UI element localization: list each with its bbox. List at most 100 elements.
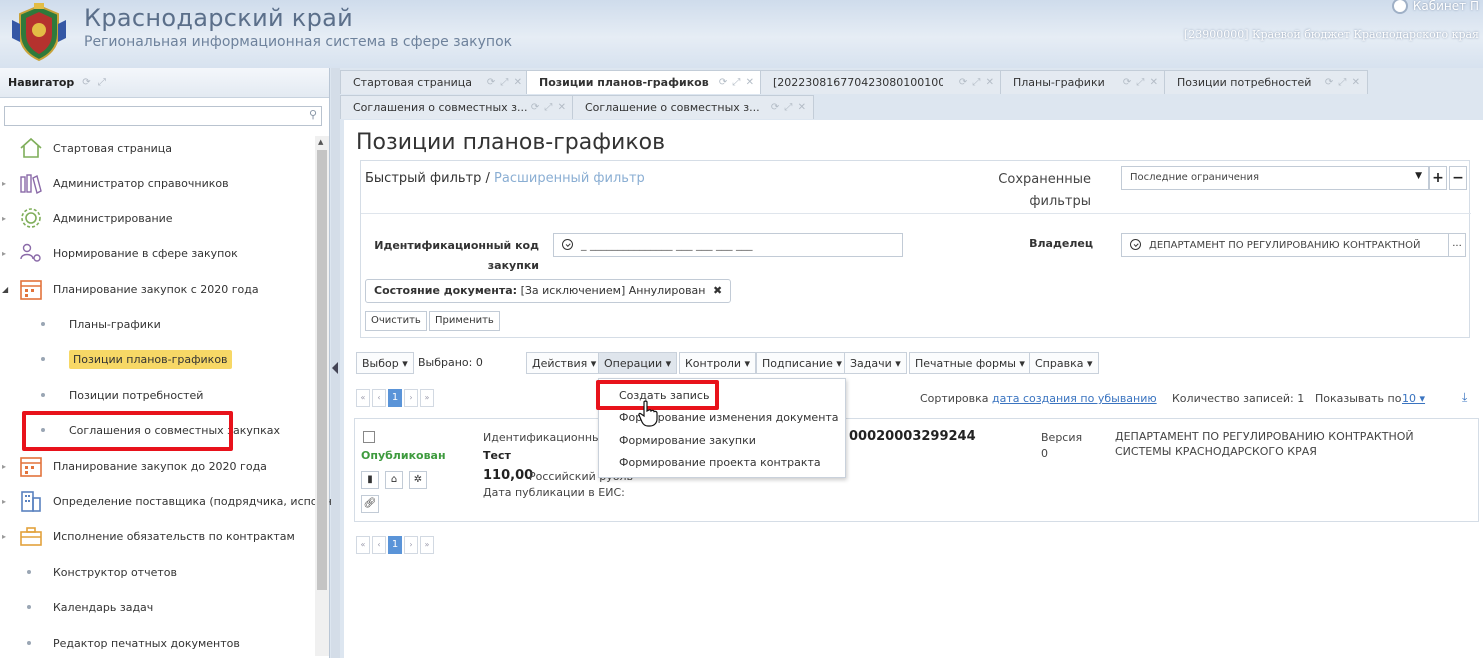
advanced-filter-link[interactable]: Расширенный фильтр [494,171,645,186]
condition-icon[interactable] [1130,239,1141,250]
tab-controls-icon[interactable]: ⟳ ⤢ ✕ [1123,77,1159,88]
owner-input[interactable]: ДЕПАРТАМЕНТ ПО РЕГУЛИРОВАНИЮ КОНТРАКТНОЙ [1121,233,1449,257]
print-forms-menu-button[interactable]: Печатные формы ▾ [909,352,1031,374]
sort-link[interactable]: дата создания по убыванию [992,392,1157,405]
tab-controls-icon[interactable]: ⟳ ⤢ ✕ [1325,77,1361,88]
gear-icon[interactable]: ✲ [409,471,427,489]
navigator-panel: Навигатор ⟳ ⤢ ⚲ Стартовая страница ▸ Адм… [0,68,332,658]
document-icon[interactable]: ▮ [361,471,379,489]
expand-arrow-icon[interactable]: ▸ [2,179,6,188]
nav-item-administration[interactable]: ▸ Администрирование [0,204,314,232]
nav-item-start-page[interactable]: Стартовая страница [0,134,314,162]
export-icon[interactable]: ⤓ [1462,390,1467,405]
nav-item-plan-schedule-positions[interactable]: Позиции планов-графиков [0,345,314,373]
last-page-button[interactable]: » [420,389,434,407]
quick-filter-link[interactable]: Быстрый фильтр [365,171,481,186]
tab-joint-agreement[interactable]: Соглашение о совместных з... ⟳ ⤢ ✕ [572,95,814,119]
refresh-expand-icon[interactable]: ⟳ ⤢ [82,77,108,88]
idcode-input[interactable]: _ _______________ ___ ___ ___ ___ [553,233,903,257]
tab-controls-icon[interactable]: ⟳ ⤢ ✕ [531,102,567,113]
current-page[interactable]: 1 [388,389,402,407]
tab-controls-icon[interactable]: ⟳ ⤢ ✕ [959,77,995,88]
tasks-label: Задачи [850,357,892,370]
search-icon[interactable]: ⚲ [309,108,317,121]
menu-item-form-procurement[interactable]: Формирование закупки [619,434,756,447]
expand-arrow-icon[interactable]: ▸ [2,249,6,258]
tab-controls-icon[interactable]: ⟳ ⤢ ✕ [719,77,755,88]
nav-item-directories-admin[interactable]: ▸ Администратор справочников [0,169,314,197]
user-cabinet-label: Кабинет П [1412,0,1479,13]
idcode-label: Идентификационный код закупки [374,239,539,272]
nav-item-print-doc-editor[interactable]: Редактор печатных документов [0,629,314,657]
tab-joint-agreements[interactable]: Соглашения о совместных з... ⟳ ⤢ ✕ [340,95,574,119]
last-page-button[interactable]: » [420,536,434,554]
apply-button[interactable]: Применить [429,311,500,331]
owner-lookup-button[interactable]: ... [1448,233,1466,257]
gear-icon [21,208,41,228]
tab-controls-icon[interactable]: ⟳ ⤢ ✕ [487,77,523,88]
current-page[interactable]: 1 [388,536,402,554]
tab-label: Соглашения о совместных з... [353,101,528,114]
expand-arrow-icon[interactable]: ▸ [2,462,6,471]
table-row[interactable]: Опубликован ▮ ⌂ ✲ 🔗︎ Идентификационный Т… [354,418,1479,522]
sign-menu-button[interactable]: Подписание ▾ [756,352,848,374]
link-icon[interactable]: 🔗︎ [361,495,379,513]
dropdown-caret-icon: ▼ [1415,171,1422,181]
nav-item-procurement-norming[interactable]: ▸ Нормирование в сфере закупок [0,239,314,267]
help-menu-button[interactable]: Справка ▾ [1029,352,1099,374]
row-checkbox[interactable] [363,431,375,443]
operations-label: Операции [604,357,663,370]
nav-item-plan-schedules[interactable]: Планы-графики [0,310,314,338]
record-id-value: 00020003299244 [849,429,976,444]
tab-plan-schedule-positions[interactable]: Позиции планов-графиков ⟳ ⤢ ✕ [526,70,762,94]
expand-arrow-icon[interactable]: ▸ [2,532,6,541]
panel-splitter[interactable] [331,68,340,658]
next-page-button[interactable]: › [404,536,418,554]
scrollbar-thumb[interactable] [317,150,327,590]
controls-menu-button[interactable]: Контроли ▾ [679,352,757,374]
menu-item-form-contract-draft[interactable]: Формирование проекта контракта [619,456,821,469]
scroll-up-icon[interactable]: ▲ [318,138,323,146]
tab-need-positions[interactable]: Позиции потребностей ⟳ ⤢ ✕ [1164,70,1368,94]
collapse-panel-icon[interactable] [332,362,338,374]
remove-filter-button[interactable]: − [1449,166,1467,190]
calendar-icon [20,457,42,477]
first-page-button[interactable]: « [356,536,370,554]
navigator-search-input[interactable]: ⚲ [4,106,322,126]
add-filter-button[interactable]: + [1429,166,1447,190]
nav-item-planning-from-2020[interactable]: ◢ Планирование закупок с 2020 года [0,275,314,303]
prev-page-button[interactable]: ‹ [372,389,386,407]
user-cabinet-link[interactable]: Кабинет П [1391,0,1479,14]
tasks-menu-button[interactable]: Задачи ▾ [844,352,907,374]
saved-filters-select[interactable]: Последние ограничения ▼ [1121,166,1429,190]
nav-item-task-calendar[interactable]: Календарь задач [0,593,314,621]
status-badge: Опубликован [361,449,446,462]
expand-arrow-icon[interactable]: ▸ [2,214,6,223]
collapse-arrow-icon[interactable]: ◢ [2,285,8,294]
expand-arrow-icon[interactable]: ▸ [2,497,6,506]
tab-controls-icon[interactable]: ⟳ ⤢ ✕ [771,102,807,113]
nav-item-report-builder[interactable]: Конструктор отчетов [0,558,314,586]
remove-chip-icon[interactable]: ✖ [713,284,722,297]
nav-item-planning-before-2020[interactable]: ▸ Планирование закупок до 2020 года [0,452,314,480]
select-menu-button[interactable]: Выбор ▾ [356,352,414,374]
tab-start-page[interactable]: Стартовая страница ⟳ ⤢ ✕ [340,70,530,94]
first-page-button[interactable]: « [356,389,370,407]
clear-button[interactable]: Очистить [365,311,427,331]
nav-item-contract-execution[interactable]: ▸ Исполнение обязательств по контрактам [0,522,314,550]
nav-item-need-positions[interactable]: Позиции потребностей [0,381,314,409]
tab-document-number[interactable]: [20223081677042308010010000... ⟳ ⤢ ✕ [760,70,1002,94]
actions-menu-button[interactable]: Действия ▾ [526,352,603,374]
condition-icon[interactable] [562,239,573,250]
nav-item-supplier-determination[interactable]: ▸ Определение поставщика (подрядчика, ис… [0,487,332,515]
institution-icon[interactable]: ⌂ [385,471,403,489]
toolbar: Выбор ▾ Выбрано: 0 Действия ▾ Операции ▾… [356,352,1466,374]
record-name[interactable]: Тест [483,449,511,462]
navigator-scrollbar[interactable]: ▲ [315,136,329,656]
tab-plan-schedules[interactable]: Планы-графики ⟳ ⤢ ✕ [1000,70,1166,94]
next-page-button[interactable]: › [404,389,418,407]
bullet-icon [27,605,31,609]
page-size-select[interactable]: 10 ▾ [1402,392,1425,405]
operations-menu-button[interactable]: Операции ▾ [598,352,678,374]
prev-page-button[interactable]: ‹ [372,536,386,554]
